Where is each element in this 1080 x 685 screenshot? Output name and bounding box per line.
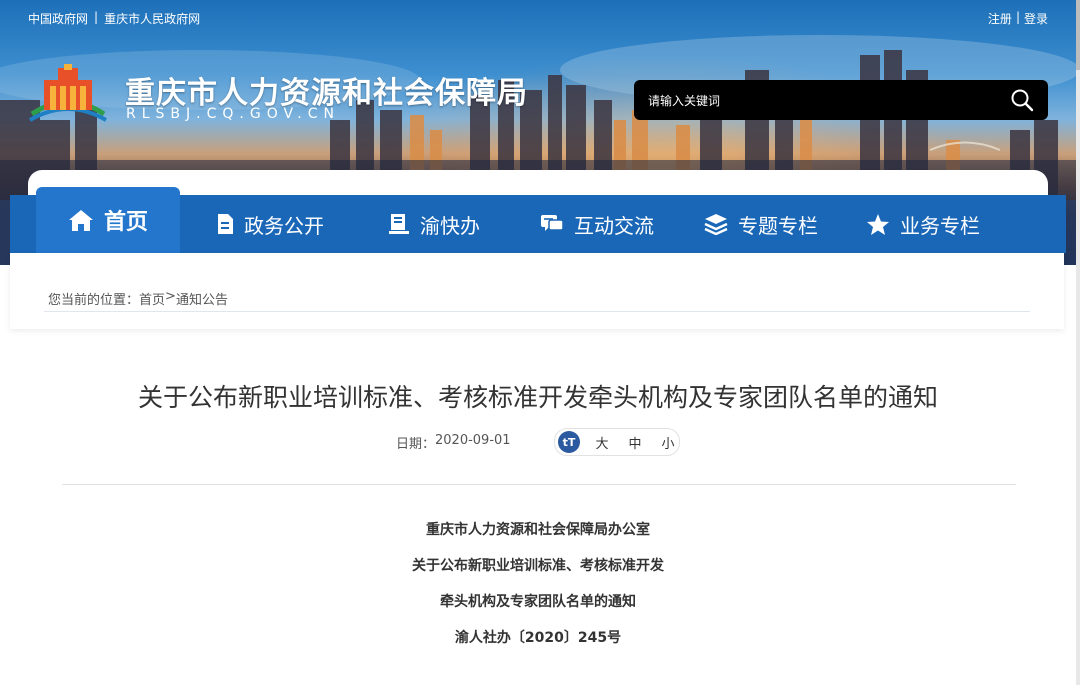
scrollbar-thumb[interactable] — [1076, 0, 1080, 70]
search-input[interactable] — [646, 89, 990, 113]
search-icon[interactable] — [1010, 88, 1034, 112]
nav-item-special-topics[interactable]: 专题专栏 — [704, 195, 818, 253]
article-doc-number: 渝人社办〔2020〕245号 — [454, 630, 622, 646]
office-icon — [389, 214, 409, 234]
link-separator: | — [94, 10, 99, 24]
nav-label: 政务公开 — [244, 213, 324, 238]
account-separator: | — [1015, 10, 1020, 24]
font-size-icon: tT — [558, 431, 580, 453]
login-link[interactable]: 登录 — [1024, 10, 1048, 27]
nav-label: 渝快办 — [420, 213, 480, 238]
breadcrumb-card: 您当前的位置： 首页 > 通知公告 — [10, 253, 1064, 329]
font-size-large[interactable]: 大 — [591, 433, 613, 452]
article-date: 2020-09-01 — [435, 433, 511, 448]
search-box — [634, 80, 1048, 120]
breadcrumb-home[interactable]: 首页 — [139, 289, 165, 308]
link-china-gov[interactable]: 中国政府网 — [28, 10, 88, 27]
nav-item-interaction[interactable]: 互动交流 — [540, 195, 654, 253]
nav-label: 业务专栏 — [900, 213, 980, 238]
breadcrumb-separator: > — [165, 289, 176, 304]
nav-label: 首页 — [103, 210, 148, 235]
nav-item-home[interactable]: 首页 — [36, 187, 180, 253]
site-domain: RLSBJ.CQ.GOV.CN — [126, 106, 340, 122]
page-scrollbar[interactable] — [1076, 0, 1080, 685]
link-chongqing-gov[interactable]: 重庆市人民政府网 — [104, 10, 200, 27]
home-icon — [68, 210, 93, 231]
nav-item-business[interactable]: 业务专栏 — [866, 195, 980, 253]
nav-item-gov-affairs[interactable]: 政务公开 — [216, 195, 324, 253]
breadcrumb-notices[interactable]: 通知公告 — [176, 289, 228, 308]
nav-item-quick-service[interactable]: 渝快办 — [388, 195, 480, 253]
font-size-medium[interactable]: 中 — [624, 433, 646, 452]
breadcrumb-divider — [44, 311, 1030, 312]
main-nav: 首页 政务公开 渝快办 互动交流 专题专栏 业务专栏 — [10, 187, 1066, 253]
layers-icon — [704, 214, 728, 235]
article-meta: 日期： 2020-09-01 — [396, 433, 511, 452]
article-title: 关于公布新职业培训标准、考核标准开发牵头机构及专家团队名单的通知 — [137, 383, 938, 412]
register-link[interactable]: 注册 — [988, 10, 1012, 27]
top-links: 中国政府网 | 重庆市人民政府网 — [28, 10, 200, 27]
star-icon — [867, 213, 889, 235]
account-links: 注册 | 登录 — [988, 10, 1048, 27]
document-icon — [218, 214, 233, 234]
breadcrumb-prefix: 您当前的位置： — [48, 293, 140, 308]
nav-label: 互动交流 — [574, 213, 654, 238]
article-heading-line-1: 关于公布新职业培训标准、考核标准开发 — [412, 558, 664, 574]
nav-label: 专题专栏 — [738, 213, 818, 238]
font-size-small[interactable]: 小 — [657, 433, 679, 452]
breadcrumb: 您当前的位置： 首页 > 通知公告 — [48, 289, 228, 308]
date-label: 日期： — [396, 437, 436, 452]
article-issuer: 重庆市人力资源和社会保障局办公室 — [426, 522, 650, 538]
article-heading-line-2: 牵头机构及专家团队名单的通知 — [440, 594, 636, 610]
font-size-switcher: tT 大 中 小 — [554, 428, 680, 456]
chat-icon — [541, 215, 564, 231]
article-divider — [62, 484, 1016, 485]
site-logo-icon[interactable] — [28, 62, 108, 128]
